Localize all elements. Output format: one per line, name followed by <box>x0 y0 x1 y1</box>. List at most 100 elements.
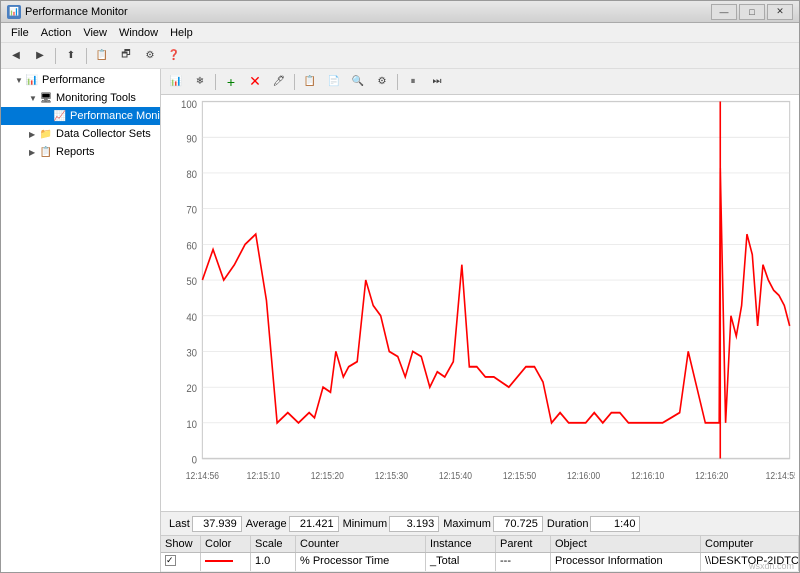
main-toolbar: ◀ ▶ ⬆ 📋 🗗 ⚙ ❓ <box>1 43 799 69</box>
expand-arrow-performance: ▼ <box>15 76 25 85</box>
minimum-value: 3.193 <box>389 516 439 532</box>
sidebar-item-data-collector-sets[interactable]: ▶ 📁 Data Collector Sets <box>1 125 160 143</box>
toolbar-sep-2 <box>86 48 87 64</box>
svg-text:0: 0 <box>192 454 197 467</box>
sidebar-item-monitoring-tools[interactable]: ▼ 🖥 Monitoring Tools <box>1 89 160 107</box>
highlight-button[interactable]: 🖊 <box>268 72 290 92</box>
performance-chart: 100 90 80 70 60 50 40 30 20 10 0 12:14:5… <box>165 99 795 507</box>
header-parent: Parent <box>496 536 551 552</box>
svg-text:40: 40 <box>186 311 197 324</box>
delete-counter-button[interactable]: ✕ <box>244 72 266 92</box>
help-button[interactable]: ❓ <box>163 46 185 66</box>
svg-text:30: 30 <box>186 347 197 360</box>
duration-label: Duration <box>547 518 589 530</box>
minimum-label: Minimum <box>343 518 388 530</box>
svg-text:60: 60 <box>186 240 197 253</box>
view-button[interactable]: 📊 <box>165 72 187 92</box>
clear-button[interactable]: 🔍 <box>347 72 369 92</box>
sidebar-label-performance: Performance <box>42 74 105 86</box>
expand-arrow-reports: ▶ <box>29 148 39 157</box>
sidebar-label-monitoring-tools: Monitoring Tools <box>56 92 136 104</box>
stats-bar: Last 37.939 Average 21.421 Minimum 3.193… <box>161 511 799 535</box>
properties-btn[interactable]: ⚙ <box>371 72 393 92</box>
maximum-value: 70.725 <box>493 516 543 532</box>
next-button[interactable]: ⏭ <box>426 72 448 92</box>
properties-button[interactable]: ⚙ <box>139 46 161 66</box>
expand-arrow-dcs: ▶ <box>29 130 39 139</box>
minimize-button[interactable]: — <box>711 4 737 20</box>
new-window-button[interactable]: 🗗 <box>115 46 137 66</box>
app-icon: 📊 <box>7 5 21 19</box>
row-instance: _Total <box>426 553 496 571</box>
table-header: Show Color Scale Counter Instance Parent… <box>161 536 799 553</box>
content-sep-3 <box>397 74 398 90</box>
maximum-label: Maximum <box>443 518 491 530</box>
sidebar-label-data-collector-sets: Data Collector Sets <box>56 128 151 140</box>
duration-value: 1:40 <box>590 516 640 532</box>
svg-text:10: 10 <box>186 418 197 431</box>
sidebar-item-reports[interactable]: ▶ 📋 Reports <box>1 143 160 161</box>
color-indicator <box>205 560 233 562</box>
toolbar-sep-1 <box>55 48 56 64</box>
svg-text:100: 100 <box>181 99 197 111</box>
monitoring-tools-icon: 🖥 <box>39 91 53 105</box>
header-instance: Instance <box>426 536 496 552</box>
performance-icon: 📊 <box>25 73 39 87</box>
average-label: Average <box>246 518 287 530</box>
paste-button[interactable]: 📄 <box>323 72 345 92</box>
stat-maximum: Maximum 70.725 <box>443 516 543 532</box>
svg-text:12:15:50: 12:15:50 <box>503 469 536 481</box>
row-show[interactable] <box>161 553 201 571</box>
pause-button[interactable]: ⏸ <box>402 72 424 92</box>
svg-text:12:14:55: 12:14:55 <box>766 469 795 481</box>
show-hide-console[interactable]: 📋 <box>91 46 113 66</box>
svg-text:20: 20 <box>186 382 197 395</box>
table-row[interactable]: 1.0 % Processor Time _Total --- Processo… <box>161 553 799 572</box>
row-color <box>201 553 251 571</box>
header-counter: Counter <box>296 536 426 552</box>
svg-text:12:15:20: 12:15:20 <box>311 469 344 481</box>
svg-text:12:16:00: 12:16:00 <box>567 469 600 481</box>
up-button[interactable]: ⬆ <box>60 46 82 66</box>
content-area: 📊 ❄ + ✕ 🖊 📋 📄 🔍 ⚙ ⏸ ⏭ <box>161 69 799 572</box>
row-object: Processor Information <box>551 553 701 571</box>
expand-arrow-monitoring: ▼ <box>29 94 39 103</box>
sidebar-item-performance[interactable]: ▼ 📊 Performance <box>1 71 160 89</box>
reports-icon: 📋 <box>39 145 53 159</box>
svg-text:12:15:30: 12:15:30 <box>375 469 408 481</box>
svg-text:70: 70 <box>186 204 197 217</box>
menu-file[interactable]: File <box>5 25 35 41</box>
stat-last: Last 37.939 <box>169 516 242 532</box>
freeze-button[interactable]: ❄ <box>189 72 211 92</box>
window-title: Performance Monitor <box>25 6 128 18</box>
svg-text:50: 50 <box>186 275 197 288</box>
stat-duration: Duration 1:40 <box>547 516 641 532</box>
svg-text:80: 80 <box>186 168 197 181</box>
copy-button[interactable]: 📋 <box>299 72 321 92</box>
maximize-button[interactable]: □ <box>739 4 765 20</box>
close-button[interactable]: ✕ <box>767 4 793 20</box>
menu-window[interactable]: Window <box>113 25 164 41</box>
average-value: 21.421 <box>289 516 339 532</box>
main-window: 📊 Performance Monitor — □ ✕ File Action … <box>0 0 800 573</box>
perfmon-icon: 📈 <box>53 109 67 123</box>
title-bar-controls: — □ ✕ <box>711 4 793 20</box>
menu-bar: File Action View Window Help <box>1 23 799 43</box>
header-color: Color <box>201 536 251 552</box>
header-computer: Computer <box>701 536 799 552</box>
forward-button[interactable]: ▶ <box>29 46 51 66</box>
sidebar-item-performance-monitor[interactable]: 📈 Performance Monitor <box>1 107 160 125</box>
svg-text:12:16:10: 12:16:10 <box>631 469 664 481</box>
header-show: Show <box>161 536 201 552</box>
stat-minimum: Minimum 3.193 <box>343 516 440 532</box>
watermark: wsxdn.com <box>749 561 794 571</box>
chart-area: 100 90 80 70 60 50 40 30 20 10 0 12:14:5… <box>161 95 799 511</box>
add-counter-button[interactable]: + <box>220 72 242 92</box>
menu-help[interactable]: Help <box>164 25 199 41</box>
show-checkbox[interactable] <box>165 555 176 566</box>
row-scale: 1.0 <box>251 553 296 571</box>
menu-view[interactable]: View <box>77 25 113 41</box>
back-button[interactable]: ◀ <box>5 46 27 66</box>
menu-action[interactable]: Action <box>35 25 78 41</box>
svg-text:12:15:40: 12:15:40 <box>439 469 472 481</box>
